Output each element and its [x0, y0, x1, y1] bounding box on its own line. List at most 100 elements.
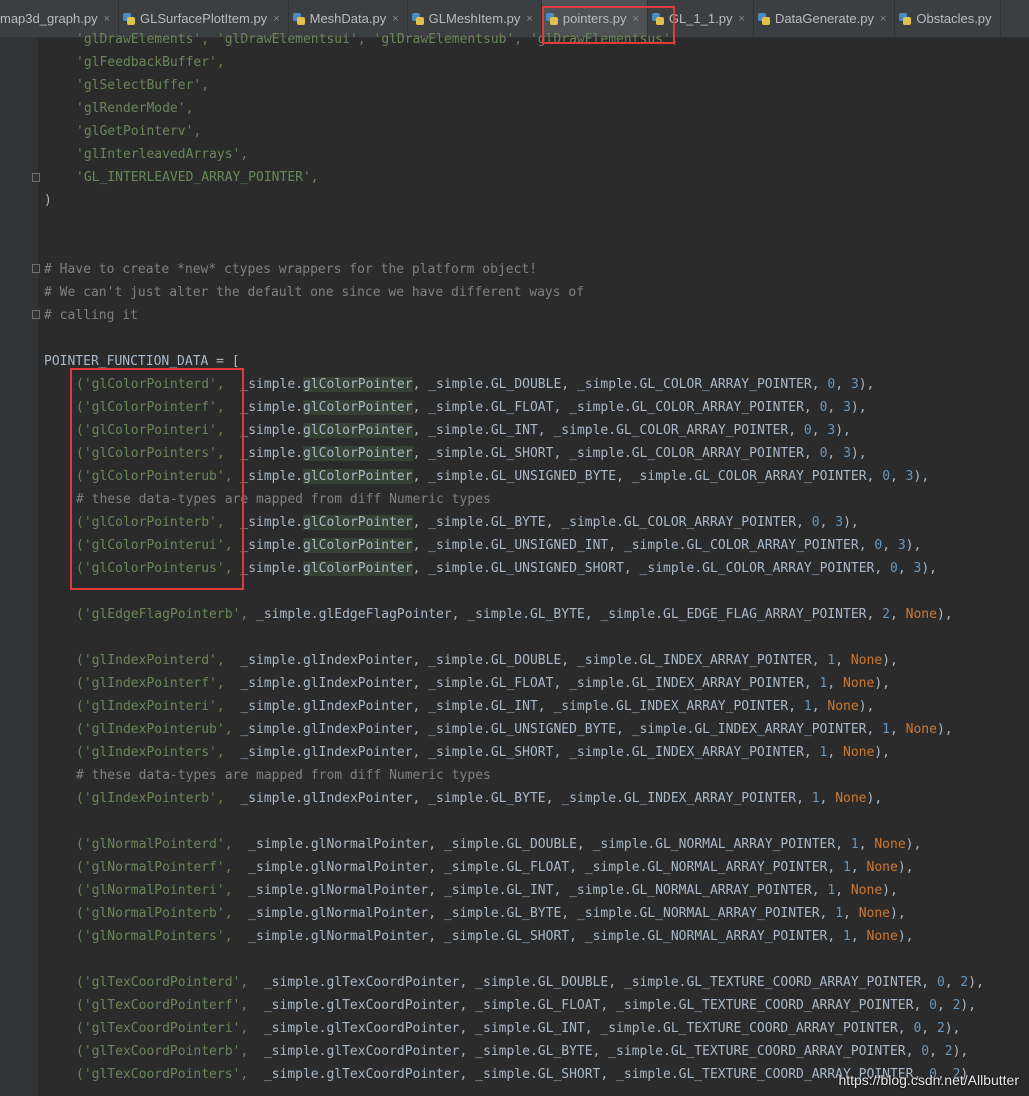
code-token: None — [843, 745, 875, 760]
code-token: ), — [897, 929, 914, 944]
close-icon[interactable]: × — [632, 13, 638, 25]
code-line: ('glColorPointerb', _simple.glColorPoint… — [76, 511, 859, 534]
code-token: , — [889, 607, 906, 622]
code-token: _simple. — [240, 561, 303, 576]
code-token: , — [819, 515, 836, 530]
code-token: ('glNormalPointers', — [76, 929, 233, 944]
fold-marker-icon[interactable] — [32, 310, 40, 319]
code-token: ('glIndexPointerf', — [76, 676, 225, 691]
code-line: ('glColorPointerf', _simple.glColorPoint… — [76, 396, 867, 419]
code-editor[interactable]: 'glDrawElements', 'glDrawElementsui', 'g… — [44, 28, 1029, 1096]
code-token: ('glIndexPointerub', — [76, 722, 233, 737]
tab-label: pointers.py — [562, 11, 627, 26]
code-line: ('glIndexPointerb', _simple.glIndexPoint… — [76, 787, 882, 810]
code-token: 3 — [835, 515, 844, 530]
code-token: ), — [890, 906, 906, 921]
code-token: ), — [905, 837, 922, 852]
editor-gutter — [0, 37, 40, 1096]
tab-label: map3d_graph.py — [0, 11, 98, 26]
close-icon[interactable]: × — [104, 13, 110, 25]
code-line: ('glNormalPointerd', _simple.glNormalPoi… — [76, 833, 921, 856]
code-token: _simple.glIndexPointer, _simple.GL_DOUBL… — [224, 653, 828, 668]
code-line: ('glTexCoordPointerb', _simple.glTexCoor… — [76, 1040, 968, 1063]
close-icon[interactable]: × — [392, 13, 398, 25]
code-line: 'GL_INTERLEAVED_ARRAY_POINTER', — [76, 170, 319, 185]
code-token: 1 — [850, 837, 859, 852]
tab-label: GL_1_1.py — [668, 11, 733, 26]
code-token: ), — [843, 515, 859, 530]
code-token: 0 — [882, 469, 891, 484]
fold-marker-icon[interactable] — [32, 173, 40, 182]
code-token: , — [850, 860, 867, 875]
code-token: ('glNormalPointerf', — [76, 860, 233, 875]
code-line: 'glSelectBuffer', — [76, 78, 210, 93]
code-token: 1 — [843, 929, 851, 944]
code-token: ), — [835, 423, 851, 438]
code-token: ('glTexCoordPointeri', — [76, 1021, 249, 1036]
code-token: 2 — [882, 607, 890, 622]
code-line: ('glColorPointeri', _simple.glColorPoint… — [76, 419, 851, 442]
comment-line: # calling it — [44, 308, 138, 323]
code-line: ('glColorPointerub', _simple.glColorPoin… — [76, 465, 929, 488]
code-token: , — [819, 791, 836, 806]
code-token: , — [858, 837, 875, 852]
code-token: None — [874, 837, 906, 852]
code-token: , — [921, 1021, 937, 1036]
code-line: POINTER_FUNCTION_DATA = [ — [44, 354, 240, 369]
code-token: 0 — [890, 561, 898, 576]
code-token: glColorPointer — [303, 561, 413, 576]
code-token: ), — [874, 745, 890, 760]
code-token: , _simple.GL_BYTE, _simple.GL_COLOR_ARRA… — [412, 515, 812, 530]
close-icon[interactable]: × — [739, 13, 745, 25]
code-token: , — [897, 561, 914, 576]
code-token: ('glNormalPointeri', — [76, 883, 233, 898]
fold-marker-icon[interactable] — [32, 264, 40, 273]
code-token: None — [905, 607, 937, 622]
code-line: 'glDrawElements', 'glDrawElementsui', 'g… — [76, 32, 679, 47]
code-token: _simple.glIndexPointer, _simple.GL_FLOAT… — [224, 676, 820, 691]
code-token: , — [827, 676, 844, 691]
code-token: ('glColorPointerf', — [76, 400, 225, 415]
code-token: , — [811, 423, 828, 438]
code-token: glColorPointer — [303, 400, 413, 415]
code-token: _simple.glIndexPointer, _simple.GL_INT, … — [224, 699, 804, 714]
code-token: _simple.glNormalPointer, _simple.GL_SHOR… — [232, 929, 844, 944]
code-token: _simple.glIndexPointer, _simple.GL_UNSIG… — [232, 722, 883, 737]
code-token: ('glColorPointers', — [76, 446, 225, 461]
comment-line: # Have to create *new* ctypes wrappers f… — [44, 262, 538, 277]
python-file-icon — [292, 12, 305, 25]
code-token: ('glNormalPointerd', — [76, 837, 233, 852]
code-line: ('glNormalPointerf', _simple.glNormalPoi… — [76, 856, 913, 879]
code-token: None — [827, 699, 859, 714]
code-token: ('glIndexPointeri', — [76, 699, 225, 714]
code-token: ('glTexCoordPointerf', — [76, 998, 249, 1013]
code-token: , — [929, 1044, 945, 1059]
code-token: _simple.glIndexPointer, _simple.GL_BYTE,… — [224, 791, 812, 806]
code-token: , — [944, 975, 961, 990]
code-token: _simple.glEdgeFlagPointer, _simple.GL_BY… — [248, 607, 883, 622]
code-token: glColorPointer — [303, 538, 413, 553]
code-token: , _simple.GL_INT, _simple.GL_COLOR_ARRAY… — [412, 423, 804, 438]
code-token: 0 — [874, 538, 883, 553]
code-token: ('glColorPointerub', — [76, 469, 233, 484]
code-token: , — [811, 699, 828, 714]
code-line: ('glIndexPointeri', _simple.glIndexPoint… — [76, 695, 874, 718]
close-icon[interactable]: × — [880, 13, 886, 25]
comment-line: # We can't just alter the default one si… — [44, 285, 585, 300]
code-token: ('glColorPointerb', — [76, 515, 225, 530]
code-token: glColorPointer — [303, 515, 413, 530]
code-token: glColorPointer — [303, 423, 413, 438]
code-token: , — [835, 653, 851, 668]
code-token: 0 — [803, 423, 812, 438]
code-line: ('glNormalPointeri', _simple.glNormalPoi… — [76, 879, 898, 902]
code-token: ('glColorPointerd', — [76, 377, 225, 392]
python-file-icon — [757, 12, 770, 25]
close-icon[interactable]: × — [526, 13, 532, 25]
code-token: ), — [882, 653, 898, 668]
close-icon[interactable]: × — [273, 13, 279, 25]
code-token: , — [890, 469, 906, 484]
code-token: _simple. — [240, 469, 303, 484]
code-token: ), — [866, 791, 883, 806]
code-token: ), — [882, 883, 898, 898]
code-token: ), — [905, 538, 922, 553]
